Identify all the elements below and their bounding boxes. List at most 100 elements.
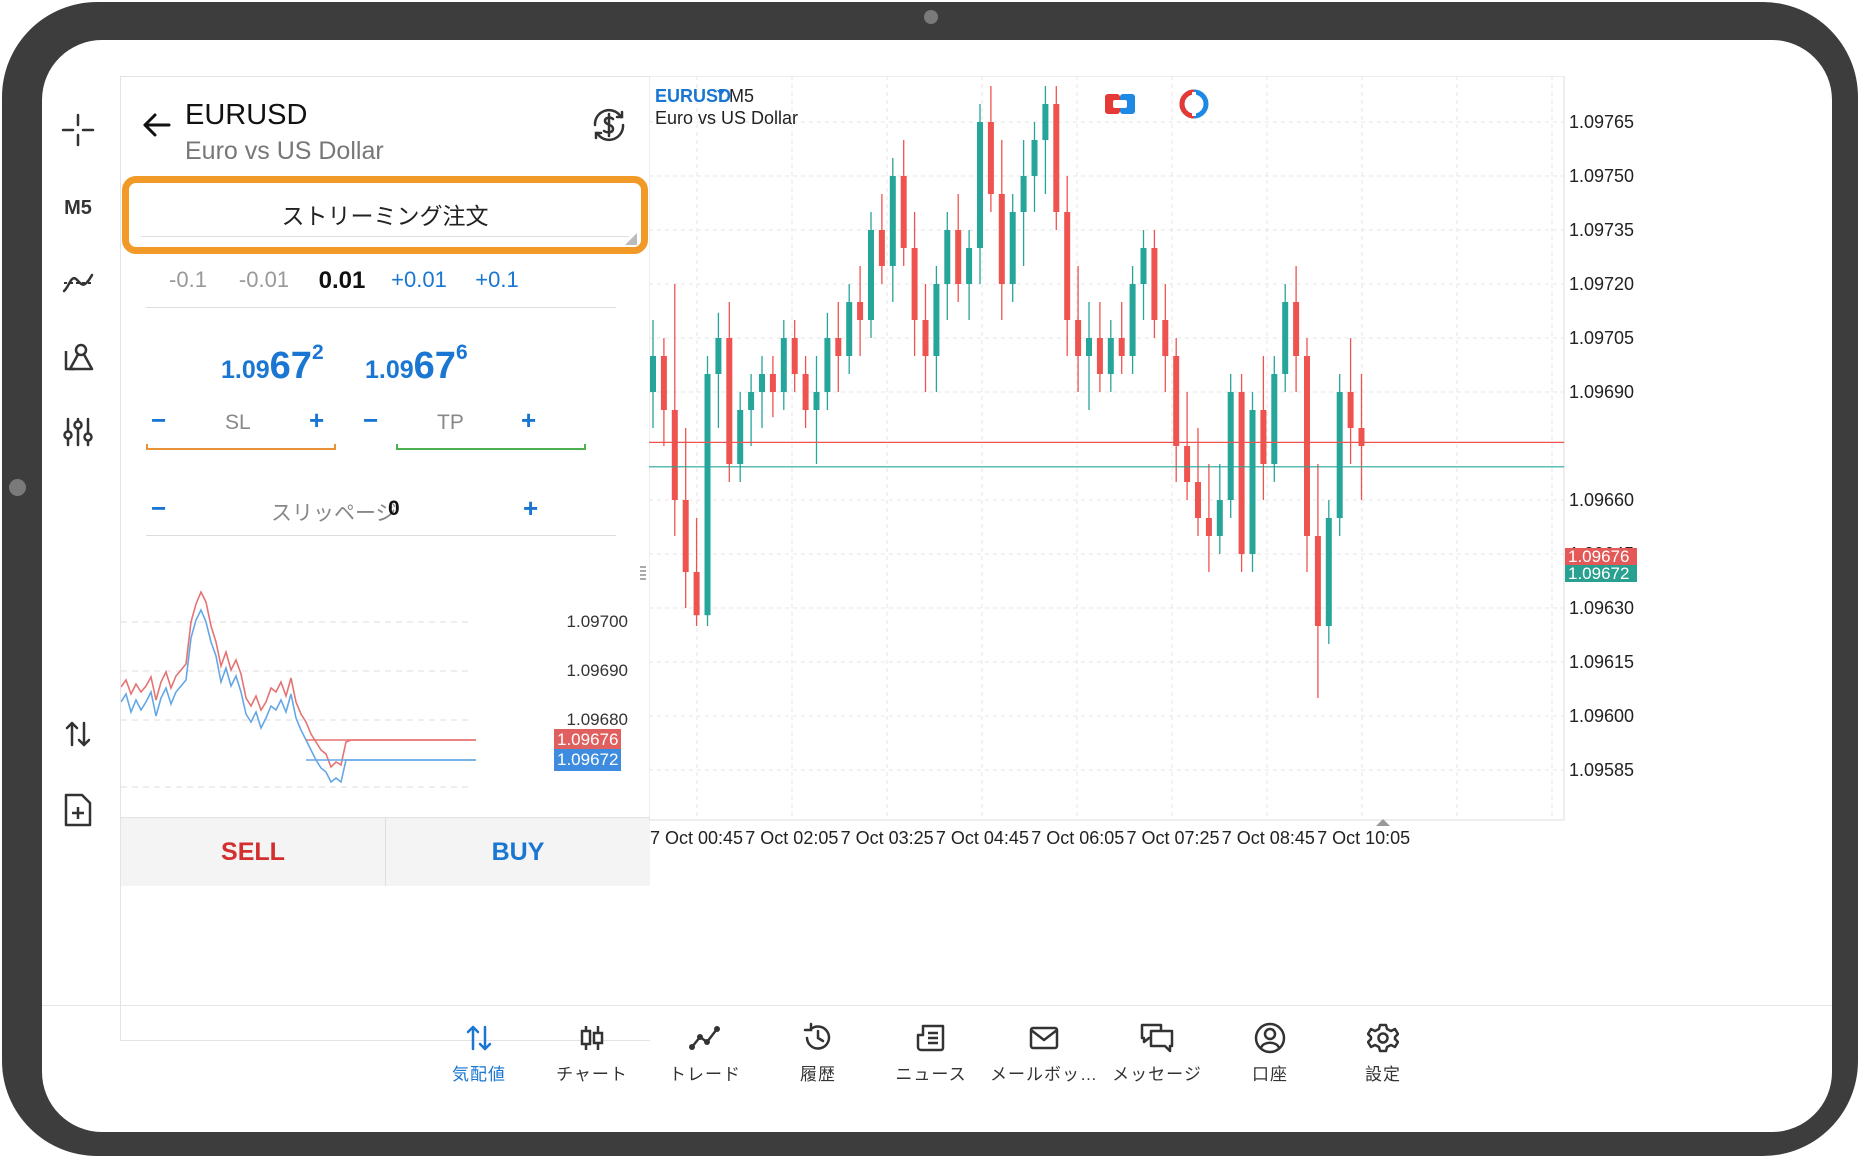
nav-history[interactable]: 履歴 (763, 1018, 873, 1085)
price-chart[interactable]: EURUSD M5 Euro vs US Dollar 1.09765 1.097… (640, 76, 1832, 956)
candle-body (900, 176, 907, 248)
timeframe-button[interactable]: M5 (52, 182, 104, 234)
back-arrow-icon[interactable] (137, 105, 177, 145)
sl-field[interactable]: SL (225, 411, 251, 435)
x-axis-label: 7 Oct 10:05 (1317, 828, 1411, 848)
tool-rail: M5 (42, 40, 120, 1000)
candle-body (933, 284, 940, 356)
x-axis-label: 7 Oct 04:45 (935, 828, 1029, 848)
candle-body (1205, 518, 1212, 536)
candle-body (1314, 536, 1321, 626)
chart-timeframe: M5 (729, 86, 755, 106)
buy-price: 1.09676 (365, 341, 468, 387)
order-type-select[interactable]: ストリーミング注文 (122, 176, 648, 254)
candle-body (780, 338, 787, 392)
bid-price-tag: 1.09672 (1565, 565, 1637, 582)
nav-news[interactable]: ニュース (876, 1018, 986, 1085)
account-icon (1215, 1018, 1325, 1058)
slippage-minus-button[interactable]: − (151, 493, 166, 524)
y-axis-label: 1.09585 (1569, 760, 1635, 780)
nav-label: 口座 (1252, 1065, 1288, 1084)
volume-value[interactable]: 0.01 (302, 267, 382, 295)
slippage-value[interactable]: 0 (388, 497, 400, 521)
candle-body (1020, 176, 1027, 212)
candle-body (1086, 338, 1092, 356)
tp-field[interactable]: TP (437, 411, 464, 435)
symbol-dropdown-icon[interactable] (717, 90, 725, 96)
candle-body (1293, 302, 1300, 356)
candle-body (1075, 320, 1082, 356)
side-sensor-icon (9, 479, 26, 496)
candle-body (1140, 248, 1147, 284)
sync-dollar-icon[interactable] (587, 103, 631, 147)
tp-minus-button[interactable]: − (363, 405, 378, 436)
slippage-plus-button[interactable]: + (523, 493, 538, 524)
candle-body (726, 338, 733, 464)
tick-level-1: 1.09700 (566, 612, 628, 631)
candle-body (737, 410, 744, 464)
candle-body (998, 194, 1005, 284)
tp-underline (396, 444, 586, 450)
history-icon (763, 1018, 873, 1058)
panel-resize-handle[interactable] (640, 566, 646, 582)
candlestick-canvas[interactable] (649, 76, 1832, 856)
nav-trade[interactable]: トレード (650, 1018, 760, 1085)
tick-bid-tag: 1.09672 (554, 749, 621, 771)
candle-body (1129, 284, 1136, 356)
tp-plus-button[interactable]: + (521, 405, 536, 436)
nav-mailbox[interactable]: メールボッ… (989, 1018, 1099, 1085)
volume-minus-0-01[interactable]: -0.01 (224, 267, 304, 293)
chart-settings-icon[interactable] (52, 406, 104, 458)
slippage-label: スリッページ (271, 502, 397, 525)
sl-minus-button[interactable]: − (151, 405, 166, 436)
candle-body (1325, 518, 1332, 626)
candle-body (835, 338, 842, 356)
candle-body (1009, 212, 1016, 284)
candle-body (857, 302, 864, 320)
volume-minus-0-1[interactable]: -0.1 (148, 267, 228, 293)
candle-body (1162, 320, 1169, 356)
nav-label: 気配値 (452, 1065, 506, 1084)
order-type-label: ストリーミング注文 (141, 191, 629, 237)
candle-body (1151, 248, 1158, 320)
one-click-trading-icon[interactable] (1104, 91, 1136, 117)
candle-body (715, 338, 722, 374)
candle-body (1064, 212, 1071, 320)
nav-settings[interactable]: 設定 (1328, 1018, 1438, 1085)
crosshair-icon[interactable] (52, 104, 104, 156)
candle-body (824, 338, 831, 392)
tick-ask-tag: 1.09676 (554, 729, 621, 751)
new-order-icon[interactable] (52, 784, 104, 836)
x-axis-label: 7 Oct 02:05 (745, 828, 839, 848)
buy-button[interactable]: BUY (386, 818, 650, 886)
candle-body (693, 572, 700, 616)
candle-body (1282, 302, 1289, 374)
nav-account[interactable]: 口座 (1215, 1018, 1325, 1085)
objects-icon[interactable] (52, 332, 104, 384)
candle-body (650, 356, 656, 392)
y-axis-label: 1.09630 (1569, 598, 1635, 618)
tick-level-2: 1.09690 (566, 661, 628, 680)
depth-of-market-icon[interactable] (1179, 89, 1209, 119)
y-axis-label: 1.09660 (1569, 490, 1635, 510)
candle-body (1216, 500, 1223, 536)
candle-body (977, 122, 983, 248)
nav-quotes[interactable]: 気配値 (424, 1018, 534, 1085)
nav-messages[interactable]: メッセージ (1102, 1018, 1212, 1085)
nav-chart[interactable]: チャート (537, 1018, 647, 1085)
y-axis-label: 1.09615 (1569, 652, 1635, 672)
volume-plus-0-1[interactable]: +0.1 (457, 267, 537, 293)
tick-chart: 1.09700 1.09690 1.09680 1.09676 1.09672 (121, 582, 650, 817)
x-axis-label: 7 Oct 03:25 (840, 828, 934, 848)
volume-plus-0-01[interactable]: +0.01 (379, 267, 459, 293)
indicators-icon[interactable] (52, 256, 104, 308)
candle-body (1195, 482, 1201, 518)
candle-body (1358, 428, 1365, 446)
trade-icon (650, 1018, 760, 1058)
sl-plus-button[interactable]: + (309, 405, 324, 436)
sell-button[interactable]: SELL (121, 818, 386, 886)
device-frame: M5 EURUSD Euro vs US Dollar ストリーミング注文 -0… (0, 0, 1862, 1158)
trade-toggle-icon[interactable] (52, 708, 104, 760)
scroll-end-icon[interactable] (1376, 819, 1390, 826)
candle-body (802, 374, 809, 410)
